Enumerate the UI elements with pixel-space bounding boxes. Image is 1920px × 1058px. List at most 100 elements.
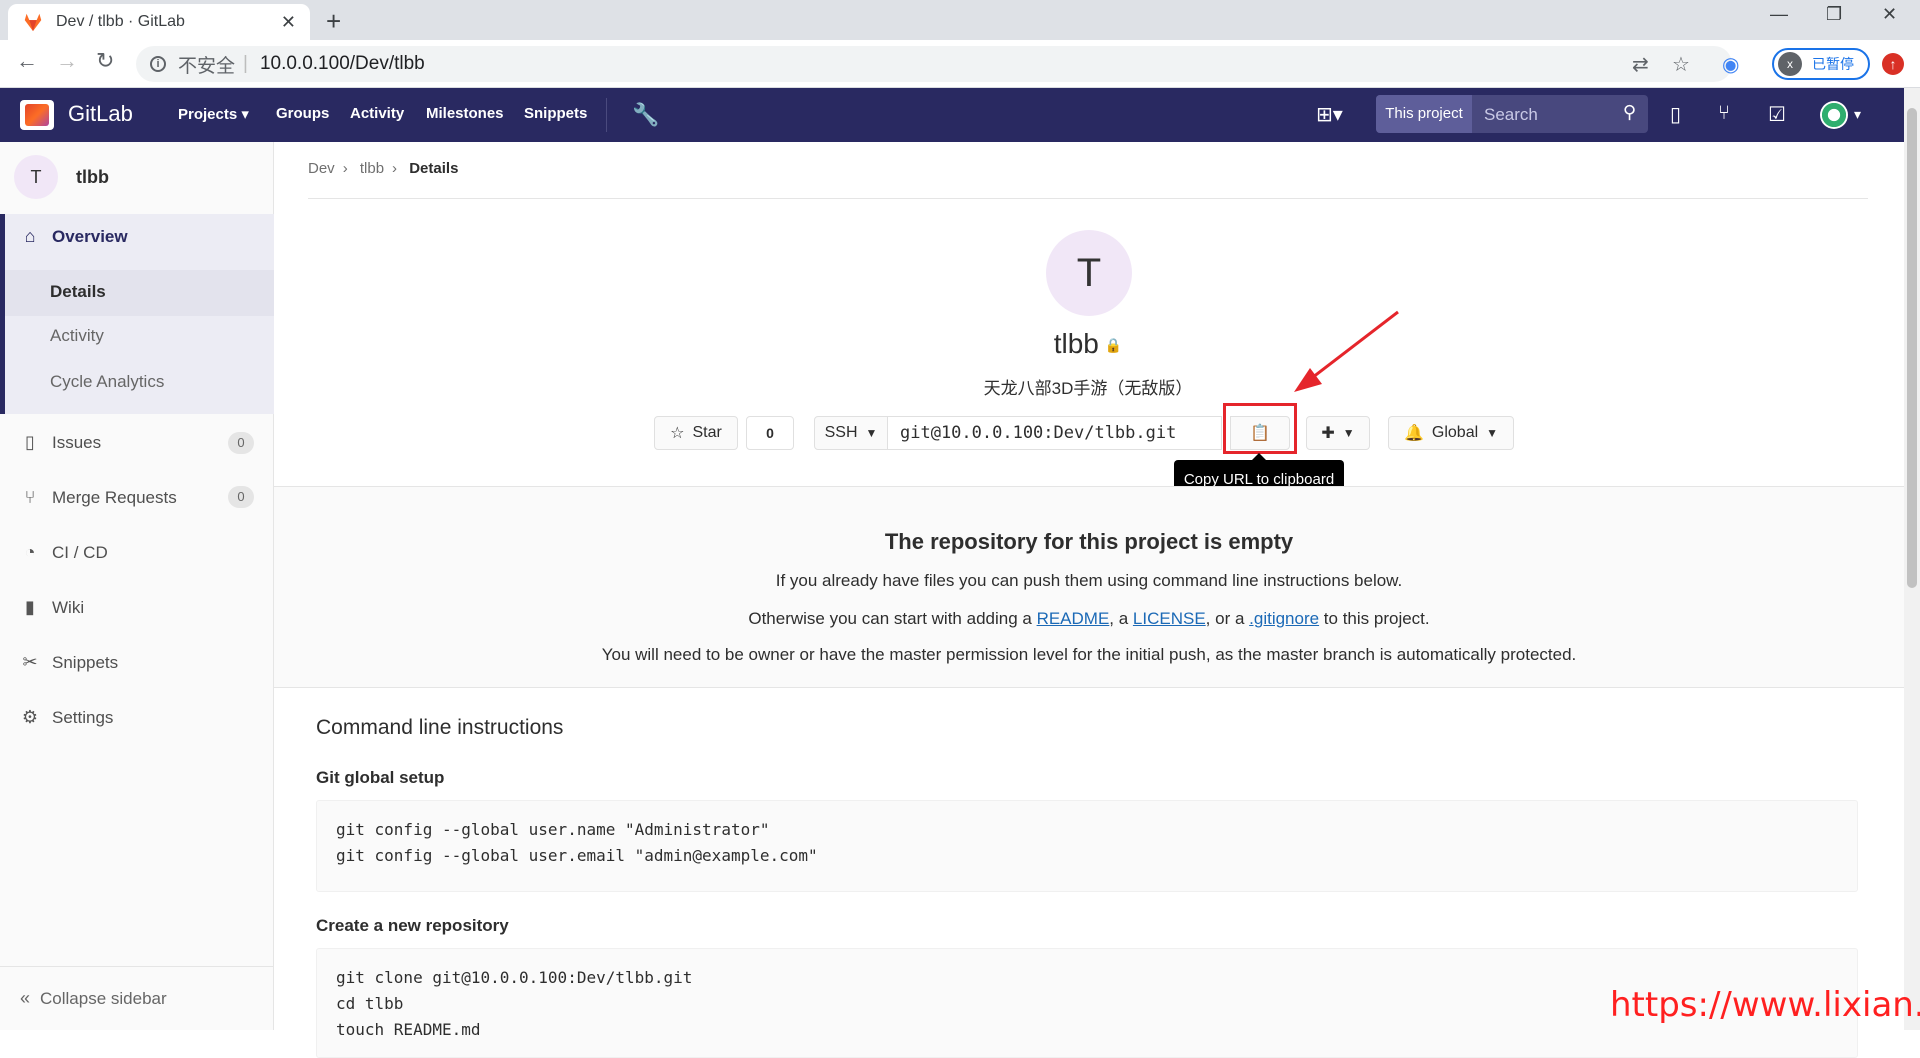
forward-icon[interactable]: →: [56, 48, 78, 74]
search-scope[interactable]: This project: [1376, 95, 1472, 133]
sidebar-project-name: tlbb: [76, 166, 109, 187]
user-avatar[interactable]: [1820, 101, 1848, 129]
breadcrumb-tlbb[interactable]: tlbb: [360, 160, 384, 177]
update-icon[interactable]: ↑: [1882, 53, 1904, 75]
cli-title: Command line instructions: [316, 716, 564, 739]
tooltip-arrow: [1252, 453, 1266, 460]
gitlab-header: GitLab Projects ▾ Groups Activity Milest…: [0, 88, 1904, 142]
star-button[interactable]: ☆ Star: [654, 416, 738, 450]
collapse-sidebar-button[interactable]: « Collapse sidebar: [0, 966, 274, 1030]
scroll-thumb[interactable]: [1907, 108, 1917, 588]
gitlab-brand[interactable]: GitLab: [68, 101, 133, 127]
add-dropdown-button[interactable]: ✚ ▼: [1306, 416, 1370, 450]
notification-dropdown[interactable]: 🔔 Global ▼: [1388, 416, 1514, 450]
breadcrumb-chevron-icon: ›: [342, 160, 348, 177]
merge-request-sidebar-icon: ⑂: [24, 487, 36, 507]
breadcrumb-divider: [308, 198, 1868, 199]
sidebar-item-wiki[interactable]: ▮ Wiki: [0, 597, 274, 618]
book-icon: ▮: [25, 597, 35, 617]
annotation-arrow-icon: [1294, 310, 1399, 392]
breadcrumb-chevron-icon: ›: [392, 160, 398, 177]
profile-paused-button[interactable]: x 已暂停: [1772, 48, 1870, 80]
back-icon[interactable]: ←: [16, 48, 38, 74]
project-avatar: T: [14, 155, 58, 199]
sidebar-item-snippets[interactable]: ✂ Snippets: [0, 652, 274, 673]
tab-close-icon[interactable]: ✕: [281, 12, 296, 33]
protocol-dropdown[interactable]: SSH ▼: [814, 416, 888, 450]
url-separator: |: [243, 53, 248, 74]
search-box[interactable]: This project Search ⚲: [1376, 95, 1648, 133]
caret-down-icon: ▼: [1342, 426, 1355, 440]
sidebar-item-settings[interactable]: ⚙ Settings: [0, 707, 274, 728]
search-icon[interactable]: ⚲: [1623, 102, 1636, 123]
sidebar-item-overview[interactable]: ⌂ Overview: [0, 226, 274, 247]
admin-wrench-icon[interactable]: 🔧: [632, 102, 659, 128]
scissors-icon: ✂: [22, 652, 38, 672]
watermark: https://www.lixian.fun: [1610, 985, 1920, 1025]
new-plus-icon[interactable]: ⊞▾: [1316, 102, 1343, 127]
star-icon: ☆: [670, 425, 685, 442]
chevron-down-icon[interactable]: ▾: [1854, 106, 1861, 123]
caret-down-icon: ▼: [865, 426, 878, 440]
tab-title: Dev / tlbb · GitLab: [56, 13, 185, 30]
sidebar-item-details[interactable]: Details: [50, 282, 106, 302]
new-tab-icon[interactable]: +: [326, 6, 341, 37]
breadcrumb-details[interactable]: Details: [409, 160, 458, 177]
nav-groups[interactable]: Groups: [276, 105, 329, 122]
nav-milestones[interactable]: Milestones: [426, 105, 504, 122]
double-chevron-left-icon: «: [20, 988, 31, 1008]
search-input[interactable]: Search: [1484, 105, 1538, 125]
sidebar-project-header[interactable]: T tlbb: [0, 142, 274, 212]
nav-projects[interactable]: Projects ▾: [178, 105, 249, 123]
gitignore-link[interactable]: .gitignore: [1249, 609, 1319, 628]
sidebar-item-cicd[interactable]: ◔ CI / CD: [0, 542, 274, 563]
gear-icon: ⚙: [21, 707, 39, 727]
bookmark-star-icon[interactable]: ☆: [1672, 52, 1690, 77]
empty-line-3: You will need to be owner or have the ma…: [601, 645, 1577, 664]
page-scrollbar[interactable]: [1904, 88, 1920, 1030]
nav-activity[interactable]: Activity: [350, 105, 404, 122]
empty-title: The repository for this project is empty: [884, 529, 1294, 554]
translate-icon[interactable]: ⇄: [1632, 52, 1649, 77]
star-count[interactable]: 0: [746, 416, 794, 450]
new-repo-heading: Create a new repository: [316, 916, 509, 935]
merge-requests-icon[interactable]: ⑂: [1718, 102, 1730, 125]
browser-tabstrip: Dev / tlbb · GitLab ✕ + — ❐ ✕: [0, 0, 1920, 40]
nav-snippets[interactable]: Snippets: [524, 105, 587, 122]
lock-icon: 🔒: [1104, 337, 1123, 354]
license-link[interactable]: LICENSE: [1133, 609, 1206, 628]
browser-tab[interactable]: Dev / tlbb · GitLab ✕: [8, 4, 310, 40]
extension-icon[interactable]: ◉: [1722, 52, 1739, 77]
project-sidebar: T tlbb ⌂ Overview Details Activity Cycle…: [0, 142, 274, 1030]
highlight-box: [1223, 403, 1297, 454]
url-text[interactable]: 10.0.0.100/Dev/tlbb: [260, 53, 425, 75]
git-global-setup-heading: Git global setup: [316, 768, 445, 787]
empty-repo-section: The repository for this project is empty…: [274, 486, 1904, 688]
mr-count-badge: 0: [228, 486, 254, 508]
paused-label: 已暂停: [1812, 56, 1854, 72]
issues-sidebar-icon: ▯: [25, 432, 35, 452]
info-icon[interactable]: i: [150, 56, 166, 72]
plus-icon: ✚: [1321, 425, 1335, 442]
empty-line-2: Otherwise you can start with adding a RE…: [748, 609, 1430, 628]
project-description: 天龙八部3D手游（无敌版）: [983, 379, 1193, 398]
reload-icon[interactable]: ↻: [96, 48, 114, 74]
todos-icon[interactable]: ☑: [1768, 102, 1786, 127]
restore-icon[interactable]: ❐: [1826, 4, 1842, 25]
readme-link[interactable]: README: [1037, 609, 1110, 628]
gitlab-logo-icon[interactable]: [20, 100, 54, 130]
breadcrumb: Dev › tlbb › Details: [308, 160, 466, 177]
nav-divider: [606, 98, 607, 132]
project-big-avatar: T: [1046, 230, 1132, 316]
breadcrumb-dev[interactable]: Dev: [308, 160, 335, 177]
clone-url-input[interactable]: git@10.0.0.100:Dev/tlbb.git: [888, 416, 1222, 450]
profile-avatar: x: [1778, 52, 1802, 76]
issues-count-badge: 0: [228, 432, 254, 454]
window-close-icon[interactable]: ✕: [1882, 4, 1897, 25]
omnibox[interactable]: i 不安全 | 10.0.0.100/Dev/tlbb: [136, 46, 1732, 82]
gitlab-favicon-icon: [24, 13, 42, 32]
global-setup-code[interactable]: git config --global user.name "Administr…: [316, 800, 1858, 892]
minimize-icon[interactable]: —: [1770, 4, 1788, 25]
active-sub-item-bg: [5, 270, 274, 316]
issues-icon[interactable]: ▯: [1670, 102, 1681, 127]
